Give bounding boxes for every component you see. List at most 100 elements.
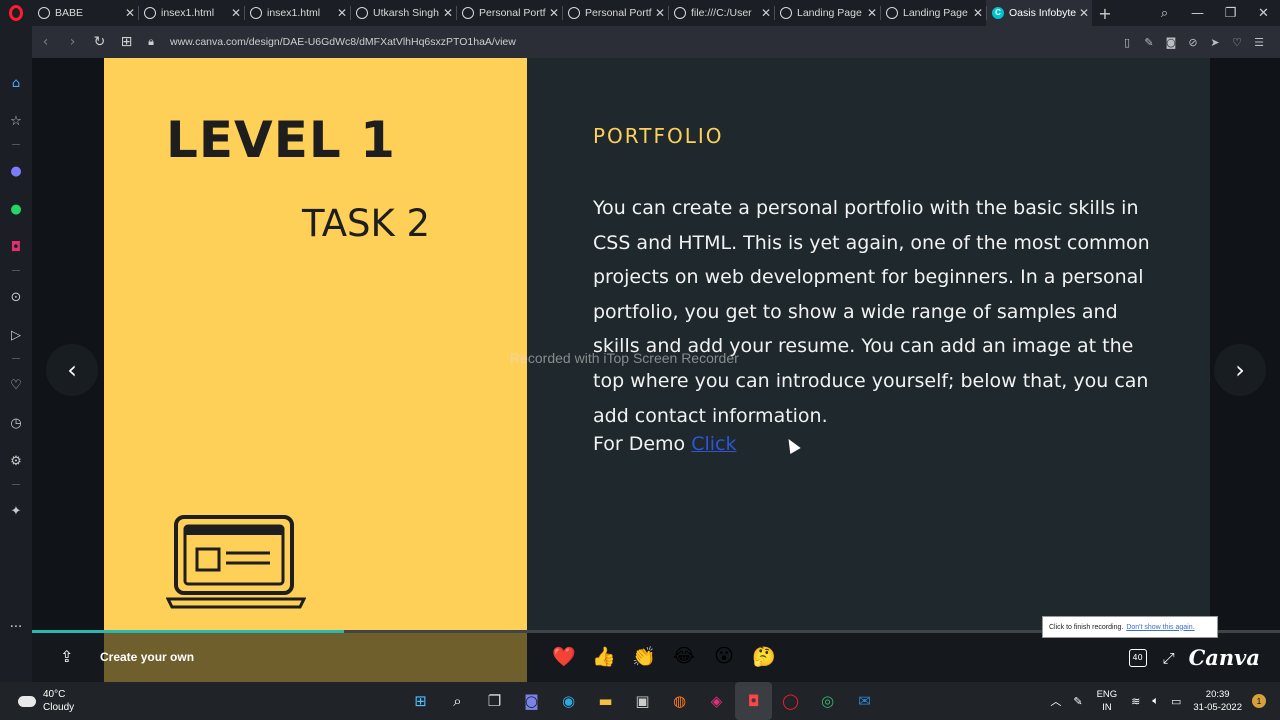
tab-insex1[interactable]: insex1.html ✕ [138, 0, 244, 26]
opera-icon[interactable]: ◯ [772, 682, 809, 720]
player-icon[interactable]: ⊙ [0, 286, 32, 308]
tab-personal-portfolio-2[interactable]: Personal Portf ✕ [562, 0, 668, 26]
adblock-icon[interactable]: ⊘ [1182, 36, 1204, 49]
volume-muted-icon[interactable]: 🔈︎ [1152, 695, 1159, 708]
globe-icon [356, 7, 368, 19]
reaction-wow[interactable]: 😮 [704, 645, 744, 668]
restore-icon[interactable]: ❐ [1214, 6, 1247, 21]
tab-insex1-2[interactable]: insex1.html ✕ [244, 0, 350, 26]
globe-icon [144, 7, 156, 19]
demo-label: For Demo [593, 433, 686, 455]
edge-icon[interactable]: ◉ [550, 682, 587, 720]
fullscreen-icon[interactable]: ⤢ [1163, 649, 1175, 667]
close-tab-icon[interactable]: ✕ [758, 6, 774, 20]
reload-icon[interactable]: ↻ [86, 34, 113, 50]
address-bar-tools: ▯ ✎ ◙ ⊘ ➤ ♡ ☰ [1116, 26, 1270, 58]
address-bar: ‹ › ↻ ⊞ 🔒︎ www.canva.com/design/DAE-U6Gd… [32, 26, 1280, 58]
chevron-up-icon[interactable]: ︿ [1050, 693, 1061, 709]
task-view-icon[interactable]: ❐ [476, 682, 513, 720]
forward-icon[interactable]: › [59, 34, 86, 50]
battery-icon[interactable]: ▭ [1171, 695, 1181, 708]
tab-utkarsh[interactable]: Utkarsh Singh ✕ [350, 0, 456, 26]
reaction-heart[interactable]: ❤️ [544, 645, 584, 668]
weather-widget[interactable]: 40°C Cloudy [18, 688, 74, 714]
reaction-thumbs-up[interactable]: 👍 [584, 645, 624, 668]
chrome-icon[interactable]: ◎ [809, 682, 846, 720]
reaction-clap[interactable]: 👏 [624, 645, 664, 668]
minimize-icon[interactable]: — [1181, 6, 1214, 21]
lock-icon[interactable]: 🔒︎ [140, 35, 162, 49]
store-icon[interactable]: ▣ [624, 682, 661, 720]
dont-show-again-link[interactable]: Don't show this again. [1126, 624, 1194, 631]
divider [12, 144, 20, 145]
more-icon[interactable]: ··· [0, 620, 32, 635]
close-tab-icon[interactable]: ✕ [652, 6, 668, 20]
tab-file[interactable]: file:///C:/User ✕ [668, 0, 774, 26]
demo-link[interactable]: Click [691, 433, 736, 455]
teams-chat-icon[interactable]: ◙ [513, 682, 550, 720]
close-tab-icon[interactable]: ✕ [970, 6, 986, 20]
home-icon[interactable]: ⌂ [0, 72, 32, 94]
close-tab-icon[interactable]: ✕ [440, 6, 456, 20]
wifi-icon[interactable]: ≋ [1131, 695, 1140, 708]
canva-logo[interactable]: Canva [1189, 645, 1260, 670]
edit-icon[interactable]: ✎ [1138, 36, 1160, 49]
lang-region: IN [1102, 702, 1112, 713]
pen-icon[interactable]: ✎ [1073, 695, 1082, 708]
start-icon[interactable]: ⊞ [402, 682, 439, 720]
previous-page-button[interactable]: ‹ [46, 344, 98, 396]
reader-icon[interactable]: ▯ [1116, 36, 1138, 49]
search-icon[interactable]: ⌕ [439, 682, 476, 720]
opera-logo-icon[interactable] [0, 0, 32, 26]
whatsapp-icon[interactable]: ● [0, 198, 32, 220]
close-tab-icon[interactable]: ✕ [546, 6, 562, 20]
gear-icon[interactable]: ⚙ [0, 450, 32, 472]
mail-icon[interactable]: ✉ [846, 682, 883, 720]
send-icon[interactable]: ▷ [0, 324, 32, 346]
search-tabs-icon[interactable]: ⌕ [1148, 6, 1181, 21]
reaction-thinking[interactable]: 🤔 [744, 645, 784, 668]
new-tab-button[interactable]: + [1092, 4, 1118, 23]
close-tab-icon[interactable]: ✕ [1076, 6, 1092, 20]
close-window-icon[interactable]: ✕ [1247, 6, 1280, 21]
opera-gx-icon[interactable]: ◈ [698, 682, 735, 720]
send-icon[interactable]: ➤ [1204, 36, 1226, 49]
notification-badge[interactable]: 1 [1252, 694, 1266, 708]
tab-babe[interactable]: BABE ✕ [32, 0, 138, 26]
weather-condition: Cloudy [43, 702, 75, 713]
page-count-badge[interactable]: 40 [1128, 648, 1147, 667]
camera-icon[interactable]: ◙ [1160, 36, 1182, 49]
lightbulb-icon[interactable]: ✦ [0, 500, 32, 522]
close-tab-icon[interactable]: ✕ [334, 6, 350, 20]
language-indicator[interactable]: ENG IN [1097, 688, 1118, 714]
toolbar-right: 40 ⤢ Canva [1128, 645, 1260, 670]
create-your-own-button[interactable]: Create your own [100, 650, 194, 664]
clock[interactable]: 20:39 31-05-2022 [1193, 688, 1242, 714]
back-icon[interactable]: ‹ [32, 34, 59, 50]
tab-oasis-infobyte[interactable]: C Oasis Infobyte ✕ [986, 0, 1092, 26]
share-icon[interactable]: ⇪ [60, 647, 73, 666]
url-field[interactable]: www.canva.com/design/DAE-U6GdWc8/dMFXatV… [170, 36, 516, 48]
close-tab-icon[interactable]: ✕ [228, 6, 244, 20]
speed-dial-icon[interactable]: ⊞ [113, 34, 140, 50]
firefox-icon[interactable]: ◍ [661, 682, 698, 720]
taskbar-apps: ⊞ ⌕ ❐ ◙ ◉ ▬ ▣ ◍ ◈ ◘ ◯ ◎ ✉ [402, 682, 883, 720]
tab-landing-page-2[interactable]: Landing Page ✕ [880, 0, 986, 26]
tab-personal-portfolio[interactable]: Personal Portf ✕ [456, 0, 562, 26]
reaction-laugh[interactable]: 😂 [664, 645, 704, 668]
next-page-button[interactable]: › [1214, 344, 1266, 396]
tab-landing-page[interactable]: Landing Page ✕ [774, 0, 880, 26]
heart-icon[interactable]: ♡ [0, 374, 32, 396]
heart-icon[interactable]: ♡ [1226, 36, 1248, 49]
history-icon[interactable]: ◷ [0, 412, 32, 434]
messenger-icon[interactable]: ● [0, 160, 32, 182]
close-tab-icon[interactable]: ✕ [122, 6, 138, 20]
time: 20:39 [1205, 689, 1230, 700]
file-explorer-icon[interactable]: ▬ [587, 682, 624, 720]
close-tab-icon[interactable]: ✕ [864, 6, 880, 20]
star-icon[interactable]: ☆ [0, 110, 32, 132]
settings-sliders-icon[interactable]: ☰ [1248, 36, 1270, 49]
instagram-icon[interactable]: ◘ [0, 236, 32, 258]
screen-recorder-icon[interactable]: ◘ [735, 682, 772, 720]
date: 31-05-2022 [1193, 702, 1242, 713]
